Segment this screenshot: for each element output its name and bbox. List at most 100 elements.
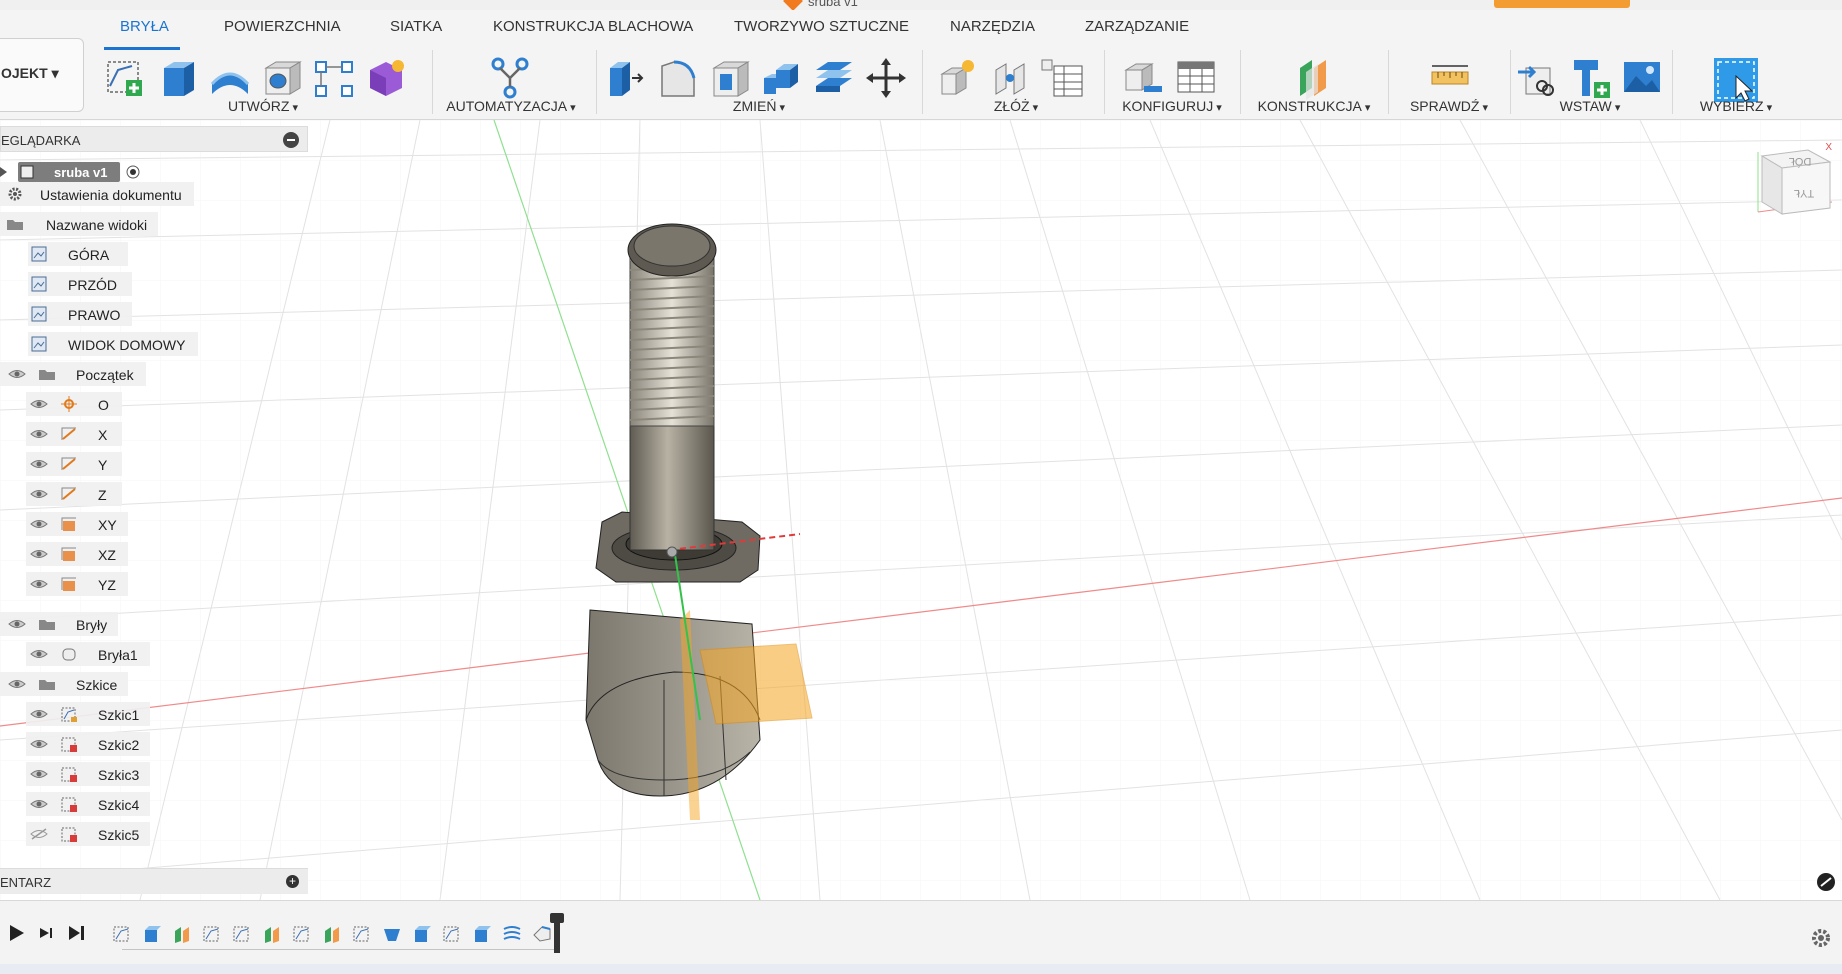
- timeline-chamfer-icon[interactable]: [532, 925, 552, 943]
- automate-group-label[interactable]: AUTOMATYZACJA: [436, 98, 586, 114]
- visibility-eye-icon[interactable]: [8, 368, 26, 380]
- inspect-group-label[interactable]: SPRAWDŹ: [1394, 98, 1504, 114]
- insert-mcmaster-icon[interactable]: [1568, 56, 1612, 100]
- origin-item-row[interactable]: YZ: [26, 572, 128, 596]
- browser-collapse-button[interactable]: [283, 132, 299, 148]
- timeline-sketch-icon[interactable]: [292, 925, 312, 943]
- bodies-folder-row[interactable]: Bryły: [0, 612, 118, 636]
- origin-item-row[interactable]: X: [26, 422, 122, 446]
- timeline-sketch-icon[interactable]: [232, 925, 252, 943]
- visibility-eye-icon[interactable]: [8, 678, 26, 690]
- timeline-extrude-icon[interactable]: [142, 925, 162, 943]
- visibility-eye-icon[interactable]: [30, 648, 48, 660]
- shell-icon[interactable]: [708, 56, 752, 100]
- timeline-extrude-icon[interactable]: [412, 925, 432, 943]
- design-workspace-button[interactable]: OJEKT ▾: [0, 38, 84, 112]
- timeline-fillet-icon[interactable]: [382, 925, 402, 943]
- timeline-sketch-icon[interactable]: [202, 925, 222, 943]
- visibility-eye-icon[interactable]: [8, 618, 26, 630]
- joint-icon[interactable]: [988, 56, 1032, 100]
- browser-root-row[interactable]: sruba v1: [0, 160, 148, 184]
- timeline-marker[interactable]: [550, 913, 564, 953]
- viewcube-front-face[interactable]: TYŁ: [1794, 187, 1814, 199]
- tab-surface[interactable]: POWIERZCHNIA: [224, 18, 341, 35]
- timeline-settings-gear-icon[interactable]: [1810, 927, 1832, 949]
- tab-solid[interactable]: BRYŁA: [120, 18, 169, 35]
- named-view-row[interactable]: GÓRA: [28, 242, 128, 266]
- insert-group-label[interactable]: WSTAW: [1516, 98, 1664, 114]
- sketch-row[interactable]: Szkic2: [26, 732, 150, 756]
- sketch-row[interactable]: Szkic5: [26, 822, 150, 846]
- timeline-plane-icon[interactable]: [172, 925, 192, 943]
- origin-item-row[interactable]: O: [26, 392, 122, 416]
- origin-folder-row[interactable]: Początek: [0, 362, 146, 386]
- tab-mesh[interactable]: SIATKA: [390, 18, 442, 35]
- timeline-coil-icon[interactable]: [502, 925, 522, 943]
- visibility-eye-icon[interactable]: [30, 798, 48, 810]
- form-icon[interactable]: [364, 56, 408, 100]
- origin-item-row[interactable]: XZ: [26, 542, 128, 566]
- tab-manage[interactable]: ZARZĄDZANIE: [1085, 18, 1189, 35]
- visibility-eye-icon[interactable]: [30, 548, 48, 560]
- activate-radio-icon[interactable]: [124, 164, 142, 180]
- visibility-eye-icon[interactable]: [30, 398, 48, 410]
- comments-panel-header[interactable]: ENTARZ +: [0, 868, 308, 894]
- extrude-icon[interactable]: [156, 56, 200, 100]
- hole-icon[interactable]: [260, 56, 304, 100]
- bill-of-materials-icon[interactable]: [1040, 56, 1084, 100]
- tab-utilities[interactable]: NARZĘDZIA: [950, 18, 1035, 35]
- add-comment-button[interactable]: +: [286, 875, 299, 888]
- measure-icon[interactable]: [1428, 56, 1472, 100]
- visibility-eye-icon[interactable]: [30, 458, 48, 470]
- timeline-plane-icon[interactable]: [322, 925, 342, 943]
- play-icon[interactable]: [6, 923, 26, 943]
- revolve-icon[interactable]: [208, 56, 252, 100]
- named-view-row[interactable]: PRAWO: [28, 302, 132, 326]
- sketch-row[interactable]: Szkic3: [26, 762, 150, 786]
- create-sketch-icon[interactable]: [104, 56, 148, 100]
- visibility-eye-icon[interactable]: [30, 768, 48, 780]
- modify-group-label[interactable]: ZMIEŃ: [604, 98, 914, 114]
- visibility-eye-icon[interactable]: [30, 488, 48, 500]
- insert-canvas-icon[interactable]: [1620, 56, 1664, 100]
- sketch-row[interactable]: Szkic1: [26, 702, 150, 726]
- combine-icon[interactable]: [760, 56, 804, 100]
- sketches-folder-row[interactable]: Szkice: [0, 672, 128, 696]
- tab-plastic[interactable]: TWORZYWO SZTUCZNE: [734, 18, 909, 35]
- named-views-row[interactable]: Nazwane widoki: [0, 212, 158, 236]
- create-group-label[interactable]: UTWÓRZ: [104, 98, 422, 114]
- named-view-row[interactable]: PRZÓD: [28, 272, 132, 296]
- offset-face-icon[interactable]: [812, 56, 856, 100]
- origin-item-row[interactable]: Z: [26, 482, 122, 506]
- press-pull-icon[interactable]: [604, 56, 648, 100]
- home-indicator-icon[interactable]: [1817, 873, 1835, 891]
- viewcube[interactable]: DÓŁ TYŁ X: [1752, 142, 1836, 226]
- new-component-icon[interactable]: [936, 56, 980, 100]
- timeline-sketch-icon[interactable]: [352, 925, 372, 943]
- assemble-group-label[interactable]: ZŁÓŻ: [936, 98, 1096, 114]
- document-settings-row[interactable]: Ustawienia dokumentu: [0, 182, 194, 206]
- visibility-eye-icon[interactable]: [30, 578, 48, 590]
- go-to-end-icon[interactable]: [66, 923, 86, 943]
- visibility-eye-icon[interactable]: [30, 428, 48, 440]
- construct-group-label[interactable]: KONSTRUKCJA: [1248, 98, 1380, 114]
- expand-arrow-icon[interactable]: [0, 164, 8, 180]
- select-group-label[interactable]: WYBIERZ: [1680, 98, 1792, 114]
- timeline-sketch-icon[interactable]: [112, 925, 132, 943]
- origin-item-row[interactable]: XY: [26, 512, 128, 536]
- viewcube-top-face[interactable]: DÓŁ: [1789, 155, 1812, 168]
- offset-plane-icon[interactable]: [1292, 56, 1336, 100]
- tab-sheet-metal[interactable]: KONSTRUKCJA BLACHOWA: [493, 18, 693, 35]
- move-icon[interactable]: [864, 56, 908, 100]
- visibility-eye-icon[interactable]: [30, 708, 48, 720]
- select-icon[interactable]: [1712, 56, 1760, 104]
- timeline-sketch-icon[interactable]: [442, 925, 462, 943]
- timeline-plane-icon[interactable]: [262, 925, 282, 943]
- configure-group-label[interactable]: KONFIGURUJ: [1110, 98, 1234, 114]
- configure-model-icon[interactable]: [1122, 56, 1166, 100]
- pattern-icon[interactable]: [312, 56, 356, 100]
- automate-icon[interactable]: [488, 56, 532, 100]
- visibility-eye-icon[interactable]: [30, 518, 48, 530]
- timeline-extrude-icon[interactable]: [472, 925, 492, 943]
- body-row[interactable]: Bryła1: [26, 642, 150, 666]
